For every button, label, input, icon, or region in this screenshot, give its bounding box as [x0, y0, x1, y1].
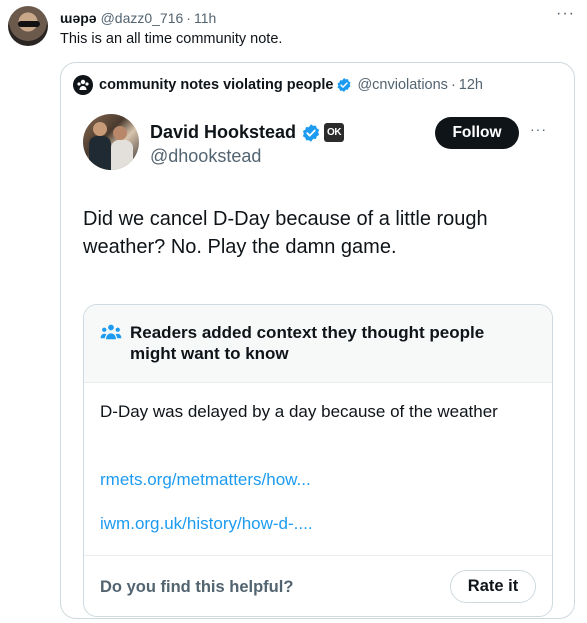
- helpful-question: Do you find this helpful?: [100, 578, 294, 596]
- embedded-post-text: Did we cancel D-Day because of a little …: [83, 208, 488, 258]
- community-note-text: D-Day was delayed by a day because of th…: [100, 402, 498, 421]
- avatar-figure: [89, 136, 111, 170]
- quoted-post-card[interactable]: community notes violating people @cnviol…: [60, 62, 575, 619]
- community-note-title: Readers added context they thought peopl…: [130, 323, 485, 363]
- outer-post-header: ɯǝpǝ @dazz0_716 · 11h ···: [60, 5, 575, 27]
- verified-badge-icon: [337, 78, 351, 92]
- quoted-handle[interactable]: @cnviolations: [357, 77, 447, 93]
- source-link[interactable]: iwm.org.uk/history/how-d-....: [100, 514, 313, 534]
- quoted-timestamp[interactable]: 12h: [459, 77, 483, 93]
- source-link[interactable]: rmets.org/metmatters/how...: [100, 470, 311, 490]
- follow-button[interactable]: Follow: [435, 117, 519, 149]
- outer-handle[interactable]: @dazz0_716: [101, 10, 184, 26]
- avatar-figure: [111, 140, 133, 170]
- community-note: Readers added context they thought peopl…: [83, 304, 553, 617]
- embedded-display-name[interactable]: David Hookstead: [150, 122, 296, 143]
- quoted-display-name[interactable]: community notes violating people: [99, 77, 333, 93]
- avatar-head: [113, 126, 127, 140]
- more-horizontal-icon[interactable]: ···: [530, 121, 547, 137]
- more-horizontal-icon[interactable]: ···: [556, 5, 575, 23]
- rate-it-button[interactable]: Rate it: [450, 570, 536, 603]
- embedded-name-row: David Hookstead OK: [150, 122, 345, 143]
- outer-avatar[interactable]: [8, 6, 48, 46]
- quoted-post-header: community notes violating people @cnviol…: [73, 75, 483, 95]
- verified-badge-icon: [302, 123, 320, 142]
- embedded-avatar[interactable]: [83, 114, 139, 170]
- separator-dot: ·: [450, 77, 456, 93]
- community-note-header: Readers added context they thought peopl…: [84, 305, 552, 383]
- separator-dot: ·: [186, 10, 191, 26]
- community-note-footer: Do you find this helpful? Rate it: [84, 555, 552, 616]
- quoted-avatar[interactable]: [73, 75, 93, 95]
- community-people-icon: [100, 324, 122, 340]
- sunglasses-shape: [18, 21, 40, 27]
- outer-display-name[interactable]: ɯǝpǝ: [60, 10, 97, 26]
- affiliate-badge[interactable]: OK: [324, 123, 345, 142]
- embedded-handle[interactable]: @dhookstead: [150, 146, 261, 167]
- outer-post-text: This is an all time community note.: [60, 31, 283, 47]
- avatar-head: [93, 122, 107, 136]
- people-icon: [77, 79, 89, 90]
- outer-timestamp[interactable]: 11h: [194, 10, 216, 26]
